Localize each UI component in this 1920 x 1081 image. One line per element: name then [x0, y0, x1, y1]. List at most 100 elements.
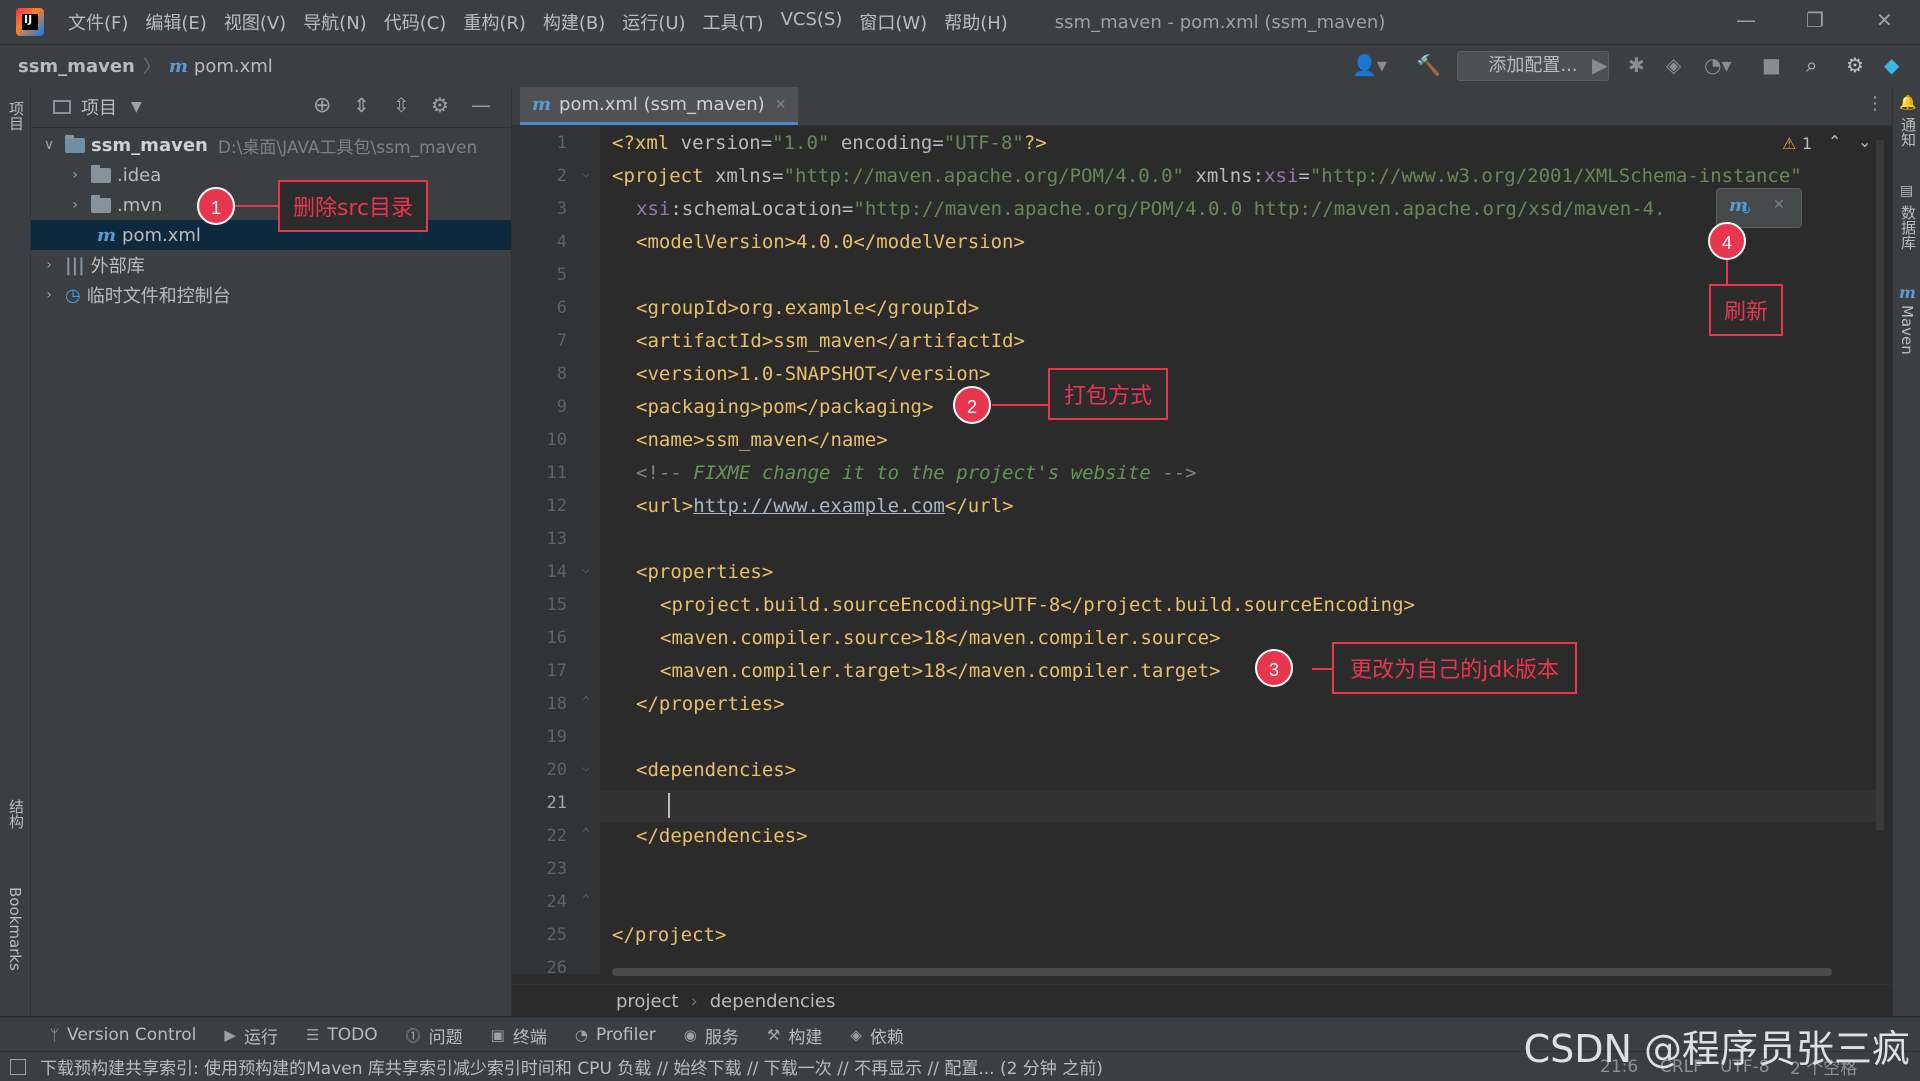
notifications-bell-icon[interactable]: 🔔	[1899, 95, 1916, 111]
breadcrumb-dependencies[interactable]: dependencies	[710, 991, 836, 1012]
tree-item-scratches[interactable]: › ◷ 临时文件和控制台	[31, 280, 511, 310]
chevron-right-icon[interactable]: ›	[39, 287, 59, 303]
menu-run[interactable]: 运行(U)	[622, 9, 685, 35]
coverage-icon[interactable]: ◈	[1666, 53, 1681, 77]
nav-project-name[interactable]: ssm_maven	[18, 56, 135, 77]
root-folder-path: D:\桌面\JAVA工具包\ssm_maven	[217, 137, 478, 158]
tool-profiler[interactable]: ◔ Profiler	[575, 1025, 656, 1045]
nav-file-name[interactable]: pom.xml	[194, 56, 273, 77]
horizontal-scrollbar[interactable]	[612, 968, 1832, 976]
menu-window[interactable]: 窗口(W)	[859, 9, 927, 35]
chevron-down-icon[interactable]: ∨	[39, 137, 59, 153]
panel-settings-gear-icon[interactable]: ⚙	[431, 93, 449, 117]
stop-icon[interactable]: ■	[1762, 53, 1781, 77]
maven-icon[interactable]: m	[1899, 283, 1916, 302]
close-window-icon[interactable]: ✕	[1876, 8, 1893, 32]
code-line-6: <groupId>org.example</groupId>	[636, 297, 980, 319]
notifications-tool-window-tab[interactable]: 通知	[1898, 117, 1919, 147]
fold-icon[interactable]: ⌃	[582, 826, 590, 841]
structure-tool-window-tab[interactable]: 结构	[6, 799, 27, 829]
build-hammer-icon[interactable]: 🔨	[1416, 53, 1441, 77]
tool-dependencies[interactable]: ◈ 依赖	[850, 1023, 904, 1048]
status-toggle-icon[interactable]	[10, 1058, 26, 1075]
fold-icon[interactable]: ⌵	[582, 562, 590, 577]
navigation-bar: ssm_maven 〉 m pom.xml 👤▾ 🔨 添加配置... ▶ ✱ ◈…	[0, 44, 1920, 88]
search-icon[interactable]: ⌕	[1806, 53, 1817, 77]
next-highlight-icon[interactable]: ⌄	[1858, 132, 1871, 151]
vertical-scrollbar[interactable]	[1876, 140, 1884, 830]
status-message[interactable]: 下载预构建共享索引: 使用预构建的Maven 库共享索引减少索引时间和 CPU …	[40, 1054, 1103, 1079]
line-number: 14	[546, 562, 567, 582]
menu-refactor[interactable]: 重构(R)	[463, 9, 526, 35]
locate-file-icon[interactable]: ⊕	[313, 93, 331, 118]
tool-services[interactable]: ◉ 服务	[684, 1023, 739, 1048]
breadcrumb-project[interactable]: project	[616, 991, 678, 1012]
warning-count[interactable]: 1	[1802, 134, 1812, 153]
tool-build[interactable]: ⚒ 构建	[767, 1023, 822, 1048]
jetbrains-toolbox-icon[interactable]: ◆	[1884, 53, 1899, 77]
warning-icon[interactable]: ⚠	[1782, 134, 1796, 153]
database-icon[interactable]: ▤	[1900, 183, 1913, 199]
minimize-icon[interactable]: —	[1736, 8, 1756, 32]
menu-help[interactable]: 帮助(H)	[944, 9, 1008, 35]
tree-item-root[interactable]: ∨ ssm_maven D:\桌面\JAVA工具包\ssm_maven	[31, 130, 511, 160]
collapse-all-icon[interactable]: ⇳	[393, 93, 410, 117]
more-options-icon[interactable]: ⋮	[1866, 93, 1884, 114]
close-popup-icon[interactable]: ✕	[1773, 197, 1785, 213]
debug-icon[interactable]: ✱	[1628, 53, 1645, 77]
url-link[interactable]: http://www.example.com	[693, 495, 945, 517]
tool-terminal[interactable]: ▣ 终端	[491, 1023, 547, 1048]
code-editor[interactable]: <?xml version="1.0" encoding="UTF-8"?> <…	[600, 126, 1880, 974]
profile-icon[interactable]: ◔▾	[1704, 53, 1732, 77]
fold-icon[interactable]: ⌵	[582, 760, 590, 775]
menu-edit[interactable]: 编辑(E)	[145, 9, 206, 35]
tree-label-external-libs: 外部库	[90, 256, 145, 277]
maven-tool-window-tab[interactable]: Maven	[1898, 305, 1916, 355]
tool-run[interactable]: ▶ 运行	[224, 1023, 278, 1048]
restore-icon[interactable]: ❐	[1806, 8, 1824, 32]
line-number-gutter: 1 2 3 4 5 6 7 8 9 10 11 12 13 14 15 16 1…	[512, 126, 600, 978]
menu-code[interactable]: 代码(C)	[384, 9, 447, 35]
main-menu: 文件(F) 编辑(E) 视图(V) 导航(N) 代码(C) 重构(R) 构建(B…	[68, 9, 1025, 35]
menu-build[interactable]: 构建(B)	[543, 9, 605, 35]
chevron-right-icon[interactable]: ›	[65, 167, 85, 183]
module-folder-icon	[65, 134, 85, 153]
fold-icon[interactable]: ⌵	[582, 166, 590, 181]
close-tab-icon[interactable]: ✕	[775, 97, 787, 113]
tab-pom-xml[interactable]: m pom.xml (ssm_maven) ✕	[520, 87, 799, 125]
line-number: 4	[556, 232, 567, 252]
user-icon[interactable]: 👤▾	[1352, 53, 1387, 77]
hide-panel-icon[interactable]: —	[471, 93, 491, 117]
code-line-2: <project xmlns="http://maven.apache.org/…	[612, 165, 1802, 187]
annotation-badge-1: 1	[197, 187, 235, 225]
annotation-packaging: 打包方式	[1048, 368, 1168, 420]
settings-gear-icon[interactable]: ⚙	[1846, 53, 1864, 77]
maven-file-icon: m	[532, 94, 552, 115]
previous-highlight-icon[interactable]: ⌃	[1828, 132, 1841, 151]
fold-icon[interactable]: ⌃	[582, 892, 590, 907]
expand-all-icon[interactable]: ⇕	[353, 93, 370, 117]
menu-view[interactable]: 视图(V)	[224, 9, 286, 35]
add-configuration-button[interactable]: 添加配置...	[1457, 51, 1609, 81]
tool-problems[interactable]: ⓵ 问题	[406, 1023, 463, 1048]
database-tool-window-tab[interactable]: 数据库	[1898, 205, 1919, 250]
tree-item-pom[interactable]: m pom.xml	[31, 220, 511, 250]
maven-file-icon: m	[168, 55, 188, 77]
chevron-right-icon[interactable]: ›	[65, 197, 85, 213]
chevron-down-icon[interactable]: ▼	[131, 99, 142, 115]
tool-todo[interactable]: ☰ TODO	[306, 1025, 378, 1045]
project-panel-title[interactable]: 项目	[81, 94, 117, 120]
run-icon[interactable]: ▶	[1592, 53, 1607, 77]
tool-version-control[interactable]: ᛘ Version Control	[50, 1025, 196, 1045]
bookmarks-tool-window-tab[interactable]: Bookmarks	[6, 887, 24, 971]
fold-icon[interactable]: ⌃	[582, 694, 590, 709]
annotation-badge-2: 2	[953, 386, 991, 424]
menu-vcs[interactable]: VCS(S)	[781, 9, 843, 35]
tree-item-external-libs[interactable]: › ||| 外部库	[31, 250, 511, 280]
project-tool-window-tab[interactable]: 项目	[6, 101, 27, 131]
menu-navigate[interactable]: 导航(N)	[303, 9, 367, 35]
menu-file[interactable]: 文件(F)	[68, 9, 128, 35]
tree-item-idea[interactable]: › .idea	[31, 160, 511, 190]
chevron-right-icon[interactable]: ›	[39, 257, 59, 273]
menu-tools[interactable]: 工具(T)	[703, 9, 764, 35]
